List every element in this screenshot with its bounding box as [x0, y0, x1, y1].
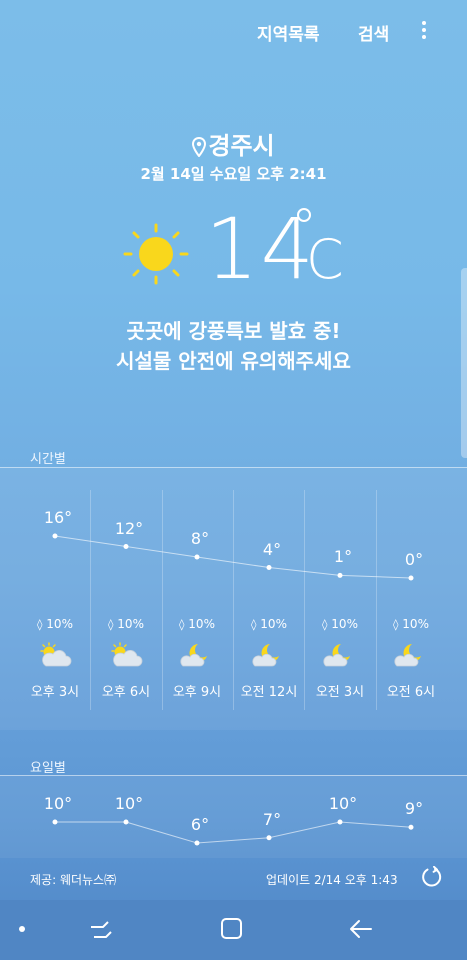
alert-line-1: 곳곳에 강풍특보 발효 중! — [126, 319, 341, 343]
location-pin-icon — [192, 136, 207, 158]
precipitation-value: 10% — [188, 617, 215, 631]
home-icon[interactable] — [220, 917, 244, 941]
temperature-label: 0° — [404, 550, 424, 569]
region-list-button[interactable]: 지역목록 — [257, 20, 320, 45]
partly-cloudy-sun-icon — [38, 642, 72, 668]
raindrop-icon: ◊ — [322, 618, 328, 631]
precipitation-chance: ◊ 10% — [96, 617, 156, 631]
moon-cloud-icon — [180, 642, 214, 668]
hour-label: 오후 3시 — [30, 685, 80, 700]
moon-cloud-icon — [252, 642, 286, 668]
precipitation-chance: ◊ 10% — [381, 617, 441, 631]
refresh-icon[interactable] — [421, 866, 443, 888]
top-bar: 지역목록 검색 — [0, 0, 467, 60]
temperature-label: 1° — [333, 547, 353, 567]
raindrop-icon: ◊ — [37, 618, 43, 631]
back-icon[interactable] — [348, 917, 374, 941]
moon-cloud-icon — [323, 642, 357, 668]
precipitation-chance: ◊ 10% — [167, 617, 227, 631]
column-divider — [162, 490, 163, 710]
precipitation-value: 10% — [402, 617, 429, 631]
nav-dot-icon[interactable] — [19, 926, 25, 932]
precipitation-value: 10% — [260, 617, 287, 631]
column-divider — [376, 490, 377, 710]
temperature-label: 16° — [43, 508, 73, 527]
raindrop-icon: ◊ — [251, 618, 257, 631]
navigation-bar — [0, 900, 467, 960]
raindrop-icon: ◊ — [393, 618, 399, 631]
raindrop-icon: ◊ — [108, 618, 114, 631]
hour-label: 오전 3시 — [315, 685, 365, 700]
recent-apps-icon[interactable] — [88, 918, 114, 942]
degree-symbol — [297, 208, 311, 222]
temperature-label: 10° — [328, 794, 358, 813]
temperature-label: 7° — [262, 809, 282, 829]
temperature-label: 9° — [404, 799, 424, 819]
moon-cloud-icon — [394, 642, 428, 668]
sun-icon — [123, 223, 189, 285]
more-options-icon[interactable] — [419, 21, 429, 43]
hour-label: 오후 9시 — [172, 685, 222, 700]
precipitation-value: 10% — [331, 617, 358, 631]
hour-label: 오전 12시 — [240, 685, 298, 700]
hour-label: 오후 6시 — [101, 685, 151, 700]
scrollbar[interactable] — [461, 268, 467, 458]
data-provider[interactable]: 제공: 웨더뉴스㈜ — [30, 871, 116, 888]
search-button[interactable]: 검색 — [358, 20, 389, 45]
temperature-label: 4° — [262, 539, 282, 559]
hourly-section-label: 시간별 — [30, 452, 66, 467]
temperature-label: 12° — [114, 518, 144, 538]
daily-section-label: 요일별 — [30, 761, 66, 776]
precipitation-chance: ◊ 10% — [25, 617, 85, 631]
last-updated: 업데이트 2/14 오후 1:43 — [266, 873, 398, 887]
precipitation-value: 10% — [117, 617, 144, 631]
current-datetime: 2월 14일 수요일 오후 2:41 — [140, 165, 327, 183]
weather-alert: 곳곳에 강풍특보 발효 중! 시설물 안전에 유의해주세요 — [0, 316, 467, 376]
temperature-unit[interactable]: C — [306, 228, 344, 291]
location-title[interactable]: 경주시 — [0, 126, 467, 161]
precipitation-chance: ◊ 10% — [310, 617, 370, 631]
temperature-label: 8° — [190, 529, 210, 548]
partly-cloudy-sun-icon — [109, 642, 143, 668]
temperature-label: 6° — [190, 815, 210, 834]
alert-line-2: 시설물 안전에 유의해주세요 — [116, 349, 351, 373]
column-divider — [304, 490, 305, 710]
precipitation-value: 10% — [46, 617, 73, 631]
precipitation-chance: ◊ 10% — [239, 617, 299, 631]
hour-label: 오전 6시 — [386, 685, 436, 700]
temperature-label: 10° — [114, 794, 144, 813]
raindrop-icon: ◊ — [179, 618, 185, 631]
column-divider — [233, 490, 234, 710]
temperature-label: 10° — [43, 794, 73, 813]
column-divider — [90, 490, 91, 710]
city-name: 경주시 — [208, 132, 275, 160]
